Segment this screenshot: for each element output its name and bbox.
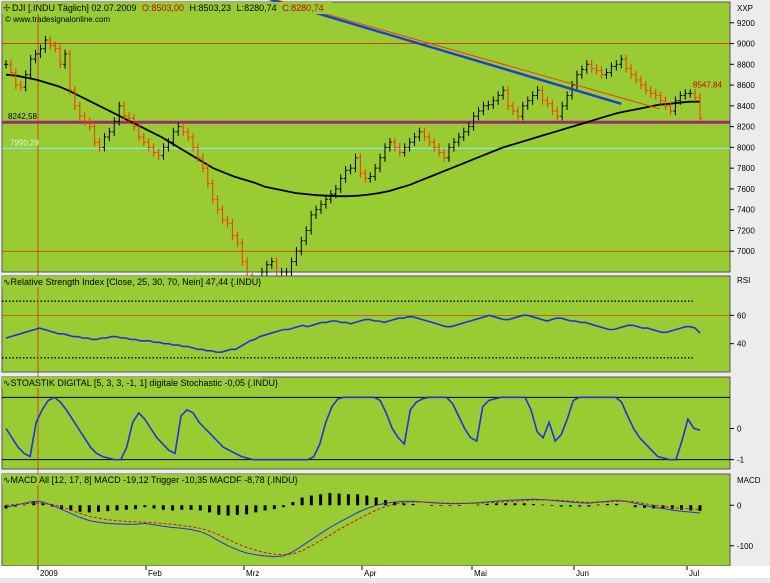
- chart-window: 8547,84 8242,58 7990,29 7000 7200 7400 7600 78…: [0, 0, 770, 578]
- price-axis-label: 7200: [737, 226, 755, 235]
- chart-canvas: 8547,84 8242,58 7990,29 7000 7200 7400 7600 78…: [0, 0, 770, 578]
- rsi-title-text: Relative Strength Index [Close, 25, 30, …: [11, 277, 262, 287]
- x-axis: 2009 Feb Mrz Apr Mai Jun Jul: [0, 566, 770, 578]
- price-axis-label: 7800: [737, 164, 755, 173]
- macd-icon: ∿: [3, 475, 11, 485]
- ohlc-high-label: H:: [190, 3, 199, 13]
- price-axis-label: 7000: [737, 247, 755, 256]
- macd-title: ∿MACD All [12, 17, 8] MACD -19,12 Trigge…: [3, 475, 298, 485]
- x-axis-label: Mrz: [246, 569, 259, 578]
- stochastic-icon: ∿: [3, 378, 11, 388]
- price-axis-label: 8000: [737, 143, 755, 152]
- ohlc-open-label: O:: [142, 3, 152, 13]
- stochastic-title-text: STOASTIK DIGITAL [5, 3, 3, -1, 1] digita…: [11, 378, 278, 388]
- x-axis-band: [0, 566, 770, 578]
- price-axis-label: 9000: [737, 40, 755, 49]
- x-axis-label: 2009: [40, 569, 58, 578]
- stochastic-plot-area: [1, 376, 731, 470]
- price-axis-label: 9200: [737, 19, 755, 28]
- price-plot-area: [1, 1, 731, 273]
- x-axis-label: Feb: [148, 569, 162, 578]
- rsi-icon: ∿: [3, 277, 11, 287]
- x-axis-label: Jul: [689, 569, 699, 578]
- annotation-label: 7990,29: [10, 138, 39, 147]
- stochastic-title: ∿STOASTIK DIGITAL [5, 3, 3, -1, 1] digit…: [3, 378, 278, 388]
- price-axis-label: 7400: [737, 206, 755, 215]
- rsi-header: ∿Relative Strength Index [Close, 25, 30,…: [2, 276, 261, 287]
- price-axis-label: 8400: [737, 102, 755, 111]
- macd-header: ∿MACD All [12, 17, 8] MACD -19,12 Trigge…: [2, 474, 298, 485]
- stochastic-header: ∿STOASTIK DIGITAL [5, 3, 3, -1, 1] digit…: [2, 377, 278, 388]
- ohlc-high-value: 8503,23: [199, 3, 232, 13]
- ohlc-close-value: 8280,74: [291, 3, 324, 13]
- stochastic-axis-label: -1: [737, 456, 745, 465]
- macd-axis-label: -100: [737, 542, 754, 551]
- watermark: © www.tradesignalonline.com: [5, 15, 110, 24]
- macd-panel: MACD 0 -100 ∿MACD All [12, 17, 8] MACD -19…: [1, 473, 761, 567]
- ohlc-open-value: 8503,00: [151, 3, 184, 13]
- price-axis-label: 8600: [737, 81, 755, 90]
- macd-axis-unit: MACD: [737, 476, 761, 485]
- annotation-label: 8547,84: [693, 80, 722, 89]
- stochastic-axis-label: 0: [737, 425, 742, 434]
- price-title: DJI [.INDU Täglich] 02.07.2009 O:8503,00…: [12, 3, 324, 13]
- rsi-axis-unit: RSI: [737, 276, 750, 285]
- x-axis-label: Jun: [576, 569, 589, 578]
- price-axis-label: 8800: [737, 60, 755, 69]
- x-axis-label: Apr: [364, 569, 377, 578]
- macd-axis-label: 0: [737, 501, 742, 510]
- cursor-icon: ✢: [3, 3, 11, 13]
- ohlc-close-label: C:: [282, 3, 291, 13]
- rsi-panel: RSI 40 60 ∿Relative Strength Index [Close,…: [1, 275, 750, 373]
- macd-title-text: MACD All [12, 17, 8] MACD -19,12 Trigger…: [11, 475, 298, 485]
- price-axis-unit: XXP: [737, 4, 753, 13]
- rsi-title: ∿Relative Strength Index [Close, 25, 30,…: [3, 277, 261, 287]
- stochastic-panel: 0 -1 ∿STOASTIK DIGITAL [5, 3, 3, -1, 1] d…: [1, 376, 745, 470]
- ohlc-low-value: 8280,74: [244, 3, 277, 13]
- price-title-text: DJI [.INDU Täglich] 02.07.2009: [12, 3, 136, 13]
- rsi-axis-label: 60: [737, 311, 746, 320]
- price-axis-label: 7600: [737, 185, 755, 194]
- rsi-axis-label: 40: [737, 340, 746, 349]
- x-axis-label: Mai: [474, 569, 487, 578]
- ohlc-low-label: L:: [237, 3, 245, 13]
- price-axis-label: 8200: [737, 123, 755, 132]
- annotation-label: 8242,58: [8, 112, 37, 121]
